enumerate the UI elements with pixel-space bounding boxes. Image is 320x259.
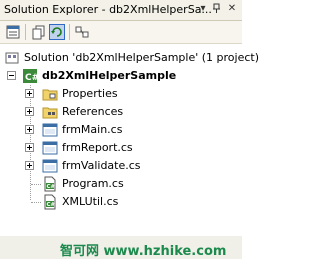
tree-connector xyxy=(31,184,41,185)
csharp-file-icon: C# xyxy=(42,176,58,192)
title-bar: Solution Explorer - db2XmlHelperSa... ▾ … xyxy=(0,0,242,21)
form-icon xyxy=(42,140,58,156)
toolbar-separator xyxy=(69,24,70,40)
svg-text:C#: C# xyxy=(47,184,56,190)
watermark-banner: 智可网 www.hzhike.com xyxy=(0,236,242,259)
form-icon xyxy=(42,122,58,138)
tree-connector xyxy=(31,202,41,203)
view-class-diagram-icon[interactable] xyxy=(74,24,90,40)
expand-icon[interactable] xyxy=(25,107,34,116)
watermark-text: 智可网 www.hzhike.com xyxy=(60,244,227,259)
solution-tree: Solution 'db2XmlHelperSample' (1 project… xyxy=(0,44,259,244)
properties-folder-icon xyxy=(42,86,58,102)
window-title: Solution Explorer - db2XmlHelperSa... xyxy=(4,3,212,16)
refresh-icon[interactable] xyxy=(49,24,65,40)
tree-item-label: frmMain.cs xyxy=(62,123,123,136)
csharp-file-icon: C# xyxy=(42,194,58,210)
solution-icon xyxy=(4,50,20,66)
expand-icon[interactable] xyxy=(25,143,34,152)
tree-item-label: Program.cs xyxy=(62,177,124,190)
toolbar-separator xyxy=(25,24,26,40)
solution-label: Solution 'db2XmlHelperSample' (1 project… xyxy=(24,51,259,64)
tree-item-label: XMLUtil.cs xyxy=(62,195,119,208)
dropdown-arrow-icon[interactable]: ▾ xyxy=(196,2,210,16)
tree-item-label: frmValidate.cs xyxy=(62,159,141,172)
show-all-files-icon[interactable] xyxy=(31,24,47,40)
pin-icon[interactable] xyxy=(210,2,224,16)
tree-item-label: frmReport.cs xyxy=(62,141,133,154)
close-icon[interactable]: ✕ xyxy=(225,2,239,16)
expand-icon[interactable] xyxy=(25,161,34,170)
svg-text:C#: C# xyxy=(25,73,38,83)
properties-icon[interactable] xyxy=(5,24,21,40)
tree-item-label: References xyxy=(62,105,124,118)
project-label: db2XmlHelperSample xyxy=(42,69,177,82)
tree-item-label: Properties xyxy=(62,87,118,100)
expand-icon[interactable] xyxy=(25,89,34,98)
collapse-icon[interactable] xyxy=(7,71,16,80)
expand-icon[interactable] xyxy=(25,125,34,134)
svg-text:C#: C# xyxy=(47,202,56,208)
form-icon xyxy=(42,158,58,174)
toolbar xyxy=(0,21,242,44)
references-folder-icon xyxy=(42,104,58,120)
csharp-project-icon: C# xyxy=(22,68,39,84)
